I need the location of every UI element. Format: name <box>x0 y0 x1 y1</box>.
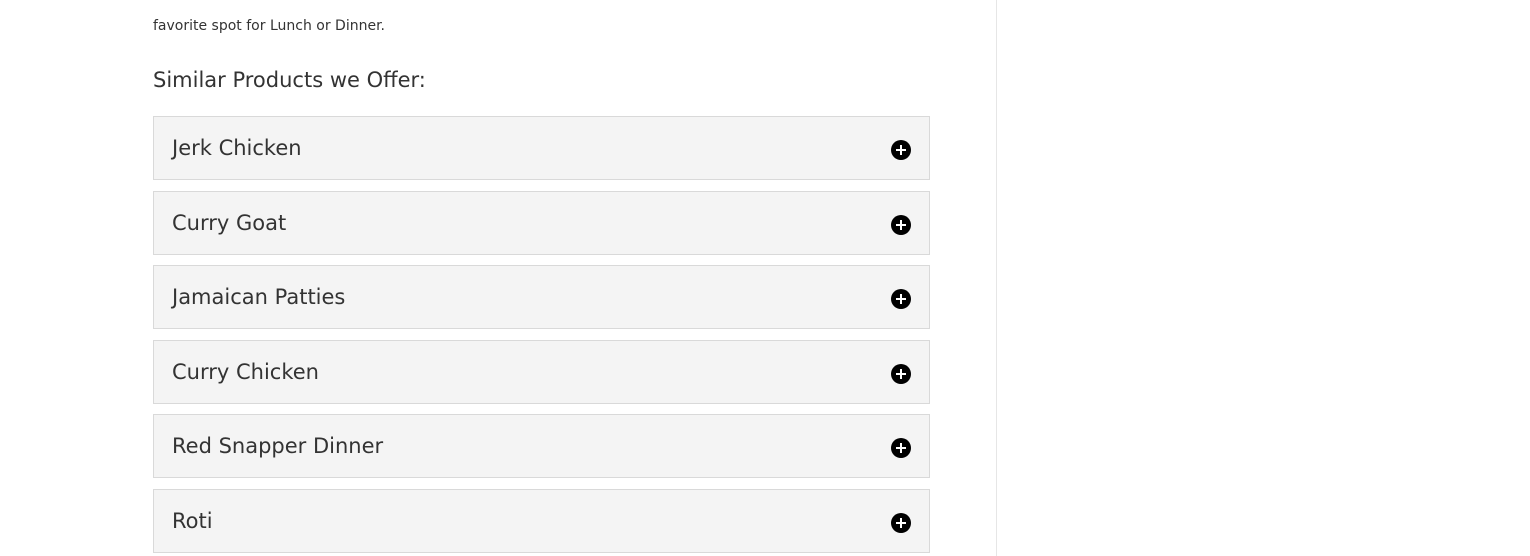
plus-circle-icon[interactable] <box>891 140 911 160</box>
accordion-item-jamaican-patties[interactable]: Jamaican Patties <box>153 265 930 329</box>
accordion-item-curry-goat[interactable]: Curry Goat <box>153 190 930 255</box>
similar-products-heading: Similar Products we Offer: <box>153 68 426 92</box>
plus-circle-icon[interactable] <box>891 363 911 384</box>
accordion-item-curry-chicken[interactable]: Curry Chicken <box>153 339 930 404</box>
accordion-item-label: Jamaican Patties <box>172 285 346 309</box>
similar-products-accordion: Jerk Chicken Curry Goat Jamaican Patties… <box>153 116 930 556</box>
accordion-item-label: Curry Goat <box>172 210 287 235</box>
accordion-item-roti[interactable]: Roti <box>153 488 930 553</box>
plus-circle-icon[interactable] <box>891 289 911 309</box>
intro-text: favorite spot for Lunch or Dinner. <box>153 18 385 34</box>
accordion-item-label: Red Snapper Dinner <box>172 434 384 458</box>
accordion-item-label: Jerk Chicken <box>172 136 302 160</box>
accordion-item-label: Roti <box>172 508 213 533</box>
accordion-item-label: Curry Chicken <box>172 359 319 384</box>
plus-circle-icon[interactable] <box>891 214 911 235</box>
plus-circle-icon[interactable] <box>891 438 911 458</box>
column-divider <box>996 0 997 556</box>
plus-circle-icon[interactable] <box>891 512 911 533</box>
accordion-item-red-snapper-dinner[interactable]: Red Snapper Dinner <box>153 414 930 478</box>
accordion-item-jerk-chicken[interactable]: Jerk Chicken <box>153 116 930 180</box>
